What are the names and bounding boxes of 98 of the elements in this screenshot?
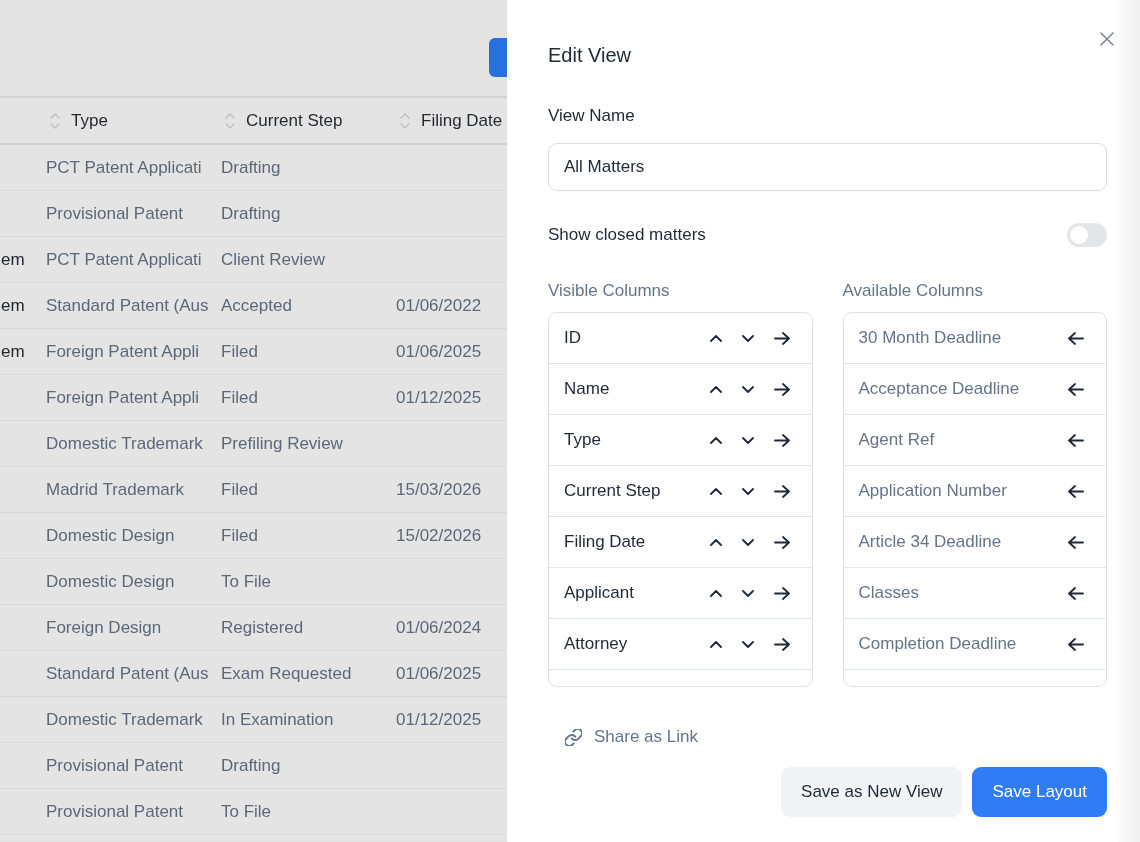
table-cell-text: PCT Patent Applicati bbox=[45, 249, 203, 270]
table-cell-text: Domestic Design bbox=[45, 571, 176, 592]
column-name: Current Step bbox=[564, 481, 662, 501]
arrow-right-icon[interactable] bbox=[773, 535, 790, 549]
column-name: Application Number bbox=[858, 481, 1008, 501]
column-header[interactable]: Type bbox=[71, 110, 108, 131]
chevron-up-icon[interactable] bbox=[709, 589, 722, 597]
table-cell-text: 15/02/2026 bbox=[395, 525, 483, 546]
table-cell-text: Domestic Trademark bbox=[45, 709, 204, 730]
table-cell-text: Foreign Design bbox=[45, 617, 163, 638]
section-label: Available Columns bbox=[842, 281, 984, 301]
chevron-down-icon[interactable] bbox=[741, 385, 754, 393]
column-header[interactable]: Current Step bbox=[246, 110, 343, 131]
field-label: View Name bbox=[548, 106, 636, 126]
chevron-up-icon[interactable] bbox=[709, 385, 722, 393]
arrow-right-icon[interactable] bbox=[773, 331, 790, 345]
column-name: Applicant bbox=[564, 583, 635, 603]
toggle-label: Show closed matters bbox=[548, 225, 706, 245]
chevron-up-icon[interactable] bbox=[709, 487, 722, 495]
close-icon[interactable] bbox=[1100, 32, 1114, 46]
table-cell-text: To File bbox=[220, 571, 273, 592]
column-name: Completion Deadline bbox=[858, 634, 1018, 654]
column-name: Agent Ref bbox=[858, 430, 936, 450]
table-cell-text: Drafting bbox=[220, 203, 282, 224]
table-cell-text: em bbox=[0, 295, 26, 316]
arrow-right-icon[interactable] bbox=[773, 433, 790, 447]
arrow-left-icon[interactable] bbox=[1068, 433, 1084, 447]
arrow-left-icon[interactable] bbox=[1068, 484, 1084, 498]
arrow-right-icon[interactable] bbox=[773, 484, 790, 498]
table-cell-text: Foreign Patent Appli bbox=[45, 341, 201, 362]
arrow-left-icon[interactable] bbox=[1068, 382, 1084, 396]
panel-title: Edit View bbox=[548, 43, 631, 67]
table-cell-text: 15/03/2026 bbox=[395, 479, 483, 500]
table-cell-text: 01/12/2025 bbox=[395, 709, 483, 730]
table-cell-text: Foreign Patent Appli bbox=[45, 387, 201, 408]
chevron-down-icon[interactable] bbox=[741, 334, 754, 342]
table-cell-text: 01/12/2025 bbox=[395, 387, 483, 408]
chevron-down-icon[interactable] bbox=[741, 640, 754, 648]
table-cell-text: In Examination bbox=[220, 709, 335, 730]
column-name: 30 Month Deadline bbox=[858, 328, 1003, 348]
chevron-up-icon[interactable] bbox=[709, 640, 722, 648]
table-cell-text: Exam Requested bbox=[220, 663, 353, 684]
column-name: Attorney bbox=[564, 634, 629, 654]
column-name: Acceptance Deadline bbox=[858, 379, 1021, 399]
table-cell-text: 01/06/2022 bbox=[395, 295, 483, 316]
column-header[interactable]: Filing Date bbox=[421, 110, 503, 131]
table-cell-text: 01/06/2025 bbox=[395, 663, 483, 684]
chevron-up-icon[interactable] bbox=[709, 334, 722, 342]
chevron-up-icon[interactable] bbox=[709, 436, 722, 444]
column-name: Name bbox=[564, 379, 611, 399]
arrow-left-icon[interactable] bbox=[1068, 637, 1084, 651]
table-cell-text: Filed bbox=[220, 479, 259, 500]
table-cell-text: Drafting bbox=[220, 157, 282, 178]
table-cell-text: Madrid Trademark bbox=[45, 479, 185, 500]
table-cell-text: Provisional Patent bbox=[45, 801, 185, 822]
chevron-down-icon[interactable] bbox=[741, 538, 754, 546]
toggle-switch[interactable] bbox=[1067, 223, 1107, 247]
table-cell-text: em bbox=[0, 341, 26, 362]
column-name: Type bbox=[564, 430, 602, 450]
table-cell-text: Standard Patent (Aus bbox=[45, 295, 210, 316]
share-link[interactable]: Share as Link bbox=[594, 727, 698, 747]
table-cell-text: em bbox=[0, 249, 26, 270]
table-cell-text: PCT Patent Applicati bbox=[45, 157, 203, 178]
section-label: Visible Columns bbox=[548, 281, 671, 301]
column-name: Filing Date bbox=[564, 532, 647, 552]
table-cell-text: Client Review bbox=[220, 249, 326, 270]
arrow-left-icon[interactable] bbox=[1068, 586, 1084, 600]
arrow-right-icon[interactable] bbox=[773, 382, 790, 396]
link-icon[interactable] bbox=[565, 728, 582, 746]
table-cell-text: Provisional Patent bbox=[45, 755, 185, 776]
table-cell-text: Prefiling Review bbox=[220, 433, 344, 454]
table-cell-text: Domestic Trademark bbox=[45, 433, 204, 454]
save-layout-button[interactable]: Save Layout bbox=[972, 767, 1107, 817]
table-cell-text: Accepted bbox=[220, 295, 293, 316]
table-cell-text: 01/06/2024 bbox=[395, 617, 483, 638]
table-cell-text: 01/06/2025 bbox=[395, 341, 483, 362]
arrow-right-icon[interactable] bbox=[773, 637, 790, 651]
table-cell-text: Filed bbox=[220, 525, 259, 546]
table-cell-text: Provisional Patent bbox=[45, 203, 185, 224]
column-name: ID bbox=[564, 328, 582, 348]
save-as-new-view-button[interactable]: Save as New View bbox=[781, 767, 963, 817]
chevron-up-icon[interactable] bbox=[709, 538, 722, 546]
table-cell-text: To File bbox=[220, 801, 273, 822]
arrow-left-icon[interactable] bbox=[1068, 535, 1084, 549]
table-cell-text: Filed bbox=[220, 387, 259, 408]
column-name: Classes bbox=[858, 583, 920, 603]
table-cell-text: Standard Patent (Aus bbox=[45, 663, 210, 684]
table-cell-text: Filed bbox=[220, 341, 259, 362]
arrow-right-icon[interactable] bbox=[773, 586, 790, 600]
chevron-down-icon[interactable] bbox=[741, 436, 754, 444]
table-cell-text: Registered bbox=[220, 617, 305, 638]
table-cell-text: Drafting bbox=[220, 755, 282, 776]
arrow-left-icon[interactable] bbox=[1068, 331, 1084, 345]
chevron-down-icon[interactable] bbox=[741, 589, 754, 597]
table-cell-text: Domestic Design bbox=[45, 525, 176, 546]
chevron-down-icon[interactable] bbox=[741, 487, 754, 495]
view-name-input[interactable]: All Matters bbox=[548, 143, 1107, 191]
column-name: Article 34 Deadline bbox=[858, 532, 1003, 552]
